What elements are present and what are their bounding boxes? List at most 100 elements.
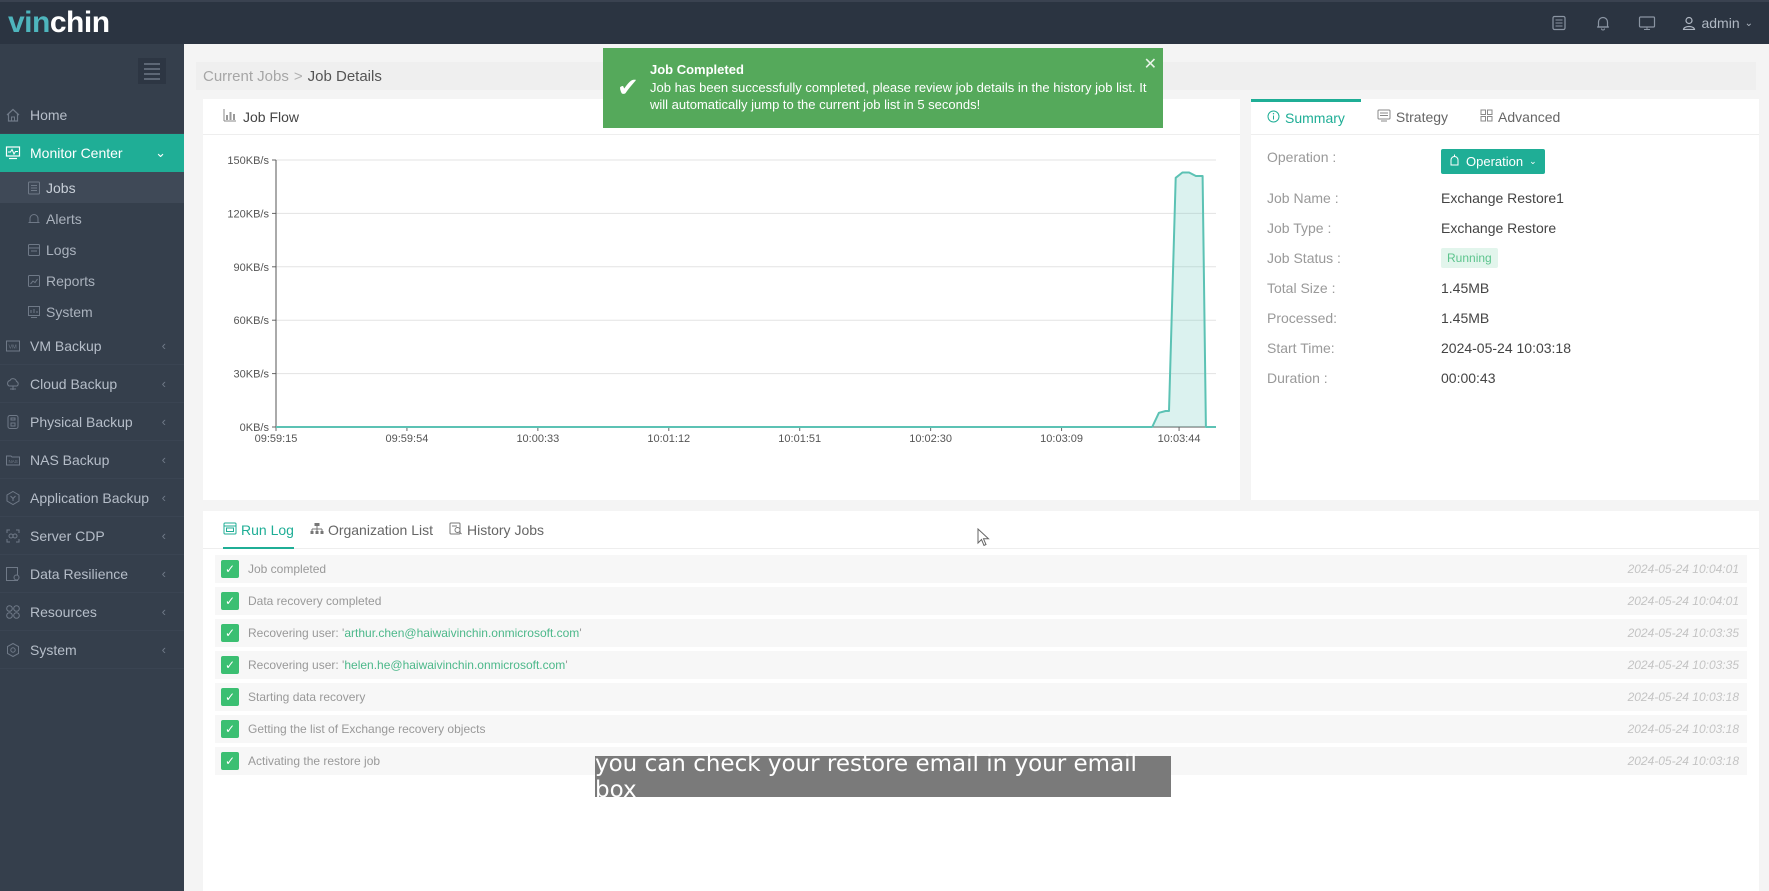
sidebar-subitem-alerts[interactable]: Alerts [0, 203, 184, 234]
subitem-label: Reports [46, 272, 96, 289]
tab-label: Organization List [327, 521, 433, 538]
log-icon [223, 522, 237, 538]
y-tick-label: 120KB/s [227, 208, 269, 220]
sidebar-item-label: Physical Backup [30, 413, 133, 430]
sidebar-item-data-resilience[interactable]: Data Resilience ‹ [0, 555, 184, 593]
tab-summary[interactable]: Summary [1251, 99, 1361, 134]
log-text: Starting data recovery [248, 690, 366, 704]
svg-text:VM: VM [9, 344, 18, 350]
log-text-suffix: ' [565, 658, 568, 672]
sidebar-subitem-system[interactable]: System [0, 296, 184, 327]
log-text: Job completed [248, 562, 327, 576]
monitor-submenu: Jobs Alerts Logs Reports System [0, 172, 184, 327]
user-menu[interactable]: admin ⌄ [1682, 15, 1753, 31]
bell-icon[interactable] [1594, 14, 1612, 32]
chevron-down-icon: ⌄ [1529, 156, 1537, 166]
sidebar-item-vm-backup[interactable]: VM VM Backup ‹ [0, 327, 184, 365]
status-badge: Running [1441, 248, 1498, 268]
log-time: 2024-05-24 10:04:01 [1627, 594, 1739, 608]
operation-dropdown-button[interactable]: Operation ⌄ [1441, 149, 1545, 174]
sidebar-item-cloud-backup[interactable]: Cloud Backup ‹ [0, 365, 184, 403]
chevron-left-icon: ‹ [161, 604, 166, 619]
svg-text:NAS: NAS [9, 459, 18, 464]
duration-value: 00:00:43 [1441, 370, 1496, 386]
tab-label: Summary [1285, 110, 1345, 126]
x-tick-label: 10:00:33 [516, 433, 559, 445]
top-icons: admin ⌄ [1550, 14, 1753, 32]
chevron-left-icon: ‹ [161, 338, 166, 353]
logo-part-1: vin [8, 6, 50, 39]
log-text-suffix: ' [579, 626, 582, 640]
y-tick-label: 90KB/s [234, 262, 270, 274]
job-status-label: Job Status : [1267, 250, 1341, 266]
sidebar-subitem-reports[interactable]: Reports [0, 265, 184, 296]
log-entry: ✓ Recovering user: ' helen.he@haiwaivinch… [215, 651, 1747, 679]
summary-tabs: Summary Strategy Advanced [1251, 99, 1759, 135]
log-text: Recovering user: ' [248, 658, 345, 672]
sidebar-item-label: Application Backup [30, 489, 150, 506]
sidebar-item-system[interactable]: System ‹ [0, 631, 184, 669]
gear-icon [4, 641, 22, 659]
logo-part-2: chin [49, 6, 110, 39]
report-icon [26, 273, 42, 289]
sidebar-item-physical-backup[interactable]: Physical Backup ‹ [0, 403, 184, 441]
sidebar-item-resources[interactable]: Resources ‹ [0, 593, 184, 631]
sidebar-item-label: Data Resilience [30, 565, 129, 582]
tab-history-jobs[interactable]: History Jobs [449, 511, 544, 548]
tab-organization-list[interactable]: Organization List [310, 511, 433, 548]
sidebar-item-application-backup[interactable]: Application Backup ‹ [0, 479, 184, 517]
tab-strategy[interactable]: Strategy [1361, 99, 1464, 134]
y-tick-label: 150KB/s [227, 155, 269, 167]
sidebar-item-home[interactable]: Home [0, 96, 184, 134]
x-tick-label: 10:02:30 [909, 433, 952, 445]
sidebar-subitem-logs[interactable]: Logs [0, 234, 184, 265]
chevron-down-icon: ⌄ [1744, 17, 1753, 29]
operation-icon [1449, 154, 1460, 169]
sidebar-item-label: Cloud Backup [30, 375, 118, 392]
system-monitor-icon [26, 304, 42, 320]
duration-label: Duration : [1267, 370, 1328, 386]
toast-message: Job has been successfully completed, ple… [650, 80, 1147, 112]
vinchin-logo[interactable]: vinchin [8, 6, 110, 40]
tab-run-log[interactable]: Run Log [223, 511, 294, 549]
tab-advanced[interactable]: Advanced [1464, 99, 1576, 134]
sidebar-item-server-cdp[interactable]: Server CDP ‹ [0, 517, 184, 555]
monitor-icon[interactable] [1638, 14, 1656, 32]
run-log-panel: Run Log Organization List History Jobs ✓… [203, 511, 1759, 891]
sidebar-item-label: Home [30, 106, 68, 123]
history-icon [449, 522, 463, 538]
menu-toggle-button[interactable] [138, 58, 166, 84]
series-area [276, 172, 1216, 427]
list-icon[interactable] [1550, 14, 1568, 32]
breadcrumb-job-details: Job Details [307, 67, 382, 85]
y-tick-label: 30KB/s [234, 369, 270, 381]
x-tick-label: 10:03:44 [1158, 433, 1201, 445]
summary-row-total-size: Total Size : 1.45MB [1267, 273, 1759, 303]
vm-icon: VM [4, 337, 22, 355]
log-text: Getting the list of Exchange recovery ob… [248, 722, 486, 736]
chevron-down-icon: ⌄ [155, 145, 166, 160]
log-time: 2024-05-24 10:03:35 [1627, 626, 1739, 640]
top-bar: vinchin admin ⌄ [0, 0, 1769, 44]
video-subtitle: you can check your restore email in your… [595, 751, 1171, 803]
close-icon[interactable]: ✕ [1144, 54, 1157, 74]
chevron-left-icon: ‹ [161, 490, 166, 505]
cdp-icon [4, 527, 22, 545]
breadcrumb-current-jobs[interactable]: Current Jobs [203, 68, 289, 85]
operation-label: Operation : [1267, 149, 1337, 165]
log-entry: ✓ Recovering user: ' arthur.chen@haiwaivi… [215, 619, 1747, 647]
job-completed-toast: ✔ Job Completed Job has been successfull… [603, 48, 1163, 128]
log-icon [26, 242, 42, 258]
x-tick-label: 09:59:54 [386, 433, 429, 445]
sidebar-subitem-jobs[interactable]: Jobs [0, 172, 184, 203]
log-time: 2024-05-24 10:03:18 [1627, 754, 1739, 768]
sidebar-item-label: Server CDP [30, 527, 105, 544]
resources-icon [4, 603, 22, 621]
x-tick-label: 10:03:09 [1040, 433, 1083, 445]
summary-row-operation: Operation : Operation ⌄ [1267, 147, 1759, 183]
sidebar-item-monitor-center[interactable]: Monitor Center ⌄ [0, 134, 184, 172]
sidebar-item-nas-backup[interactable]: NAS NAS Backup ‹ [0, 441, 184, 479]
summary-row-duration: Duration : 00:00:43 [1267, 363, 1759, 393]
monitor-center-icon [4, 144, 22, 162]
sidebar-item-label: System [30, 641, 77, 658]
